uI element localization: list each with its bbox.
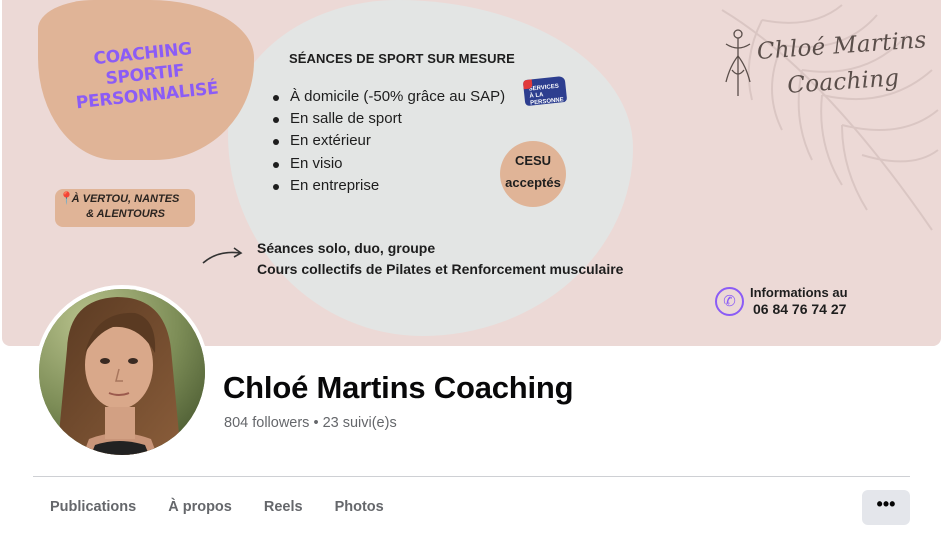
location-pin-icon: 📍: [59, 191, 74, 205]
tab-about[interactable]: À propos: [152, 490, 248, 526]
yoga-figure-logo-icon: [725, 29, 751, 96]
service-item: À domicile (-50% grâce au SAP): [273, 86, 505, 108]
profile-avatar[interactable]: [39, 289, 205, 455]
profile-tabs: Publications À propos Reels Photos: [34, 490, 400, 526]
sessions-info: Séances solo, duo, groupe Cours collecti…: [257, 240, 624, 277]
curved-arrow-icon: [202, 247, 243, 264]
service-item: En salle de sport: [273, 108, 505, 130]
location-line1: À VERTOU, NANTES: [71, 193, 180, 205]
profile-photo: [39, 289, 205, 455]
divider: [33, 476, 910, 477]
cesu-badge: CESU acceptés: [500, 141, 566, 207]
page-title: Chloé Martins Coaching: [223, 370, 574, 405]
phone-icon: ✆: [715, 287, 744, 316]
follower-stats[interactable]: 804 followers • 23 suivi(e)s: [224, 415, 397, 431]
sap-badge: SERVICES À LA PERSONNE: [522, 75, 568, 107]
services-title: SÉANCES DE SPORT SUR MESURE: [289, 51, 515, 66]
service-item: En visio: [273, 153, 505, 175]
phone-number: 06 84 76 74 27: [753, 301, 847, 317]
more-options-button[interactable]: •••: [862, 490, 910, 525]
more-horizontal-icon: •••: [876, 494, 896, 514]
tab-photos[interactable]: Photos: [319, 490, 400, 526]
service-item: En entreprise: [273, 175, 505, 197]
tab-publications[interactable]: Publications: [34, 490, 152, 526]
facebook-page-header: COACHING SPORTIF PERSONNALISÉ 📍 À VERTOU…: [0, 0, 943, 538]
location-tag: 📍 À VERTOU, NANTES & ALENTOURS: [55, 189, 195, 227]
contact-info: Informations au 06 84 76 74 27: [750, 285, 848, 317]
brand-logo-text: Chloé Martins Coaching: [756, 27, 928, 99]
service-item: En extérieur: [273, 130, 505, 152]
services-list: À domicile (-50% grâce au SAP) En salle …: [273, 86, 505, 197]
location-line2: & ALENTOURS: [86, 208, 165, 220]
tab-reels[interactable]: Reels: [248, 490, 319, 526]
